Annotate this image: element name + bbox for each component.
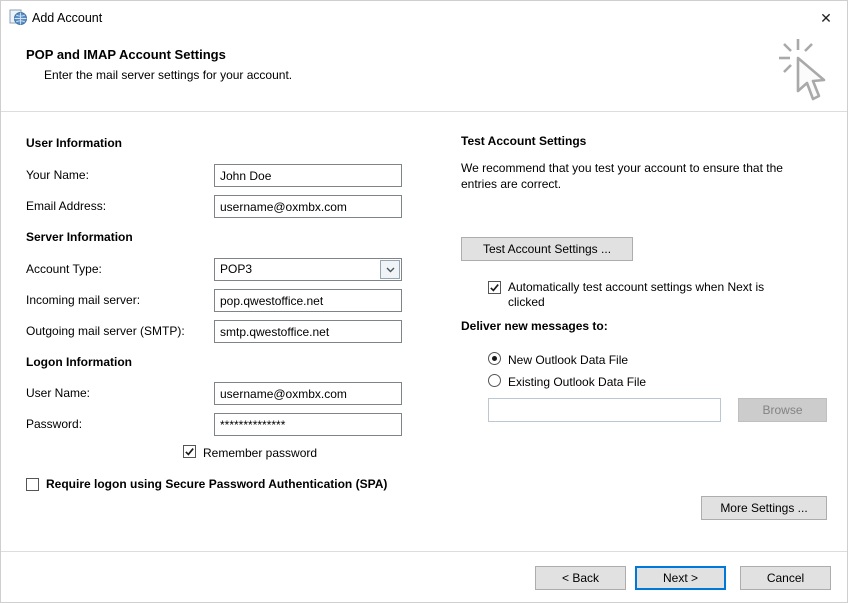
account-type-label: Account Type: — [26, 262, 102, 276]
account-type-select[interactable]: POP3 — [214, 258, 402, 281]
checkmark-icon — [184, 446, 195, 457]
test-settings-column: Test Account Settings We recommend that … — [461, 134, 831, 534]
add-account-dialog: Add Account ✕ POP and IMAP Account Setti… — [0, 0, 848, 603]
test-account-settings-heading: Test Account Settings — [461, 134, 586, 148]
radio-button[interactable] — [488, 374, 501, 387]
add-account-icon — [9, 8, 27, 26]
test-account-settings-button[interactable]: Test Account Settings ... — [461, 237, 633, 261]
your-name-label: Your Name: — [26, 168, 89, 182]
your-name-row: Your Name: — [26, 164, 438, 187]
auto-test-checkbox[interactable]: Automatically test account settings when… — [488, 279, 808, 310]
wizard-header: POP and IMAP Account Settings Enter the … — [1, 33, 847, 112]
email-address-input[interactable] — [214, 195, 402, 218]
existing-data-file-label[interactable]: Existing Outlook Data File — [508, 374, 646, 389]
existing-data-file-radio[interactable]: Existing Outlook Data File — [488, 374, 646, 389]
server-information-heading: Server Information — [26, 230, 133, 244]
password-label: Password: — [26, 417, 82, 431]
radio-button[interactable] — [488, 352, 501, 365]
more-settings-button[interactable]: More Settings ... — [701, 496, 827, 520]
checkbox-box[interactable] — [183, 445, 196, 458]
user-name-label: User Name: — [26, 386, 90, 400]
incoming-server-label: Incoming mail server: — [26, 293, 140, 307]
remember-password-checkbox[interactable]: Remember password — [183, 445, 317, 460]
account-type-row: Account Type: POP3 — [26, 258, 438, 281]
checkbox-box[interactable] — [488, 281, 501, 294]
outgoing-server-row: Outgoing mail server (SMTP): — [26, 320, 438, 343]
data-file-path-input — [488, 398, 721, 422]
close-icon[interactable]: ✕ — [815, 7, 837, 29]
email-address-label: Email Address: — [26, 199, 106, 213]
password-input[interactable] — [214, 413, 402, 436]
chevron-down-icon[interactable] — [380, 260, 400, 279]
incoming-server-row: Incoming mail server: — [26, 289, 438, 312]
user-information-heading: User Information — [26, 136, 122, 150]
incoming-server-input[interactable] — [214, 289, 402, 312]
password-row: Password: — [26, 413, 438, 436]
next-button[interactable]: Next > — [635, 566, 726, 590]
click-cursor-icon — [777, 37, 831, 109]
checkmark-icon — [489, 282, 500, 293]
spa-label[interactable]: Require logon using Secure Password Auth… — [46, 476, 401, 492]
page-title: POP and IMAP Account Settings — [26, 47, 226, 62]
page-subtitle: Enter the mail server settings for your … — [44, 68, 292, 82]
test-account-settings-description: We recommend that you test your account … — [461, 160, 813, 192]
outgoing-server-input[interactable] — [214, 320, 402, 343]
email-address-row: Email Address: — [26, 195, 438, 218]
auto-test-label[interactable]: Automatically test account settings when… — [508, 279, 796, 310]
deliver-heading: Deliver new messages to: — [461, 319, 608, 333]
spa-checkbox[interactable]: Require logon using Secure Password Auth… — [26, 476, 406, 492]
back-button[interactable]: < Back — [535, 566, 626, 590]
checkbox-box[interactable] — [26, 478, 39, 491]
wizard-footer: < Back Next > Cancel — [1, 551, 847, 602]
new-data-file-label[interactable]: New Outlook Data File — [508, 352, 628, 367]
logon-information-heading: Logon Information — [26, 355, 132, 369]
user-name-row: User Name: — [26, 382, 438, 405]
account-form-column: User Information Your Name: Email Addres… — [26, 134, 438, 534]
cancel-button[interactable]: Cancel — [740, 566, 831, 590]
outgoing-server-label: Outgoing mail server (SMTP): — [26, 324, 185, 338]
your-name-input[interactable] — [214, 164, 402, 187]
remember-password-label[interactable]: Remember password — [203, 445, 317, 460]
browse-button: Browse — [738, 398, 827, 422]
new-data-file-radio[interactable]: New Outlook Data File — [488, 352, 628, 367]
title-bar: Add Account ✕ — [1, 1, 847, 33]
window-title: Add Account — [32, 11, 102, 25]
account-type-value: POP3 — [220, 262, 252, 276]
user-name-input[interactable] — [214, 382, 402, 405]
